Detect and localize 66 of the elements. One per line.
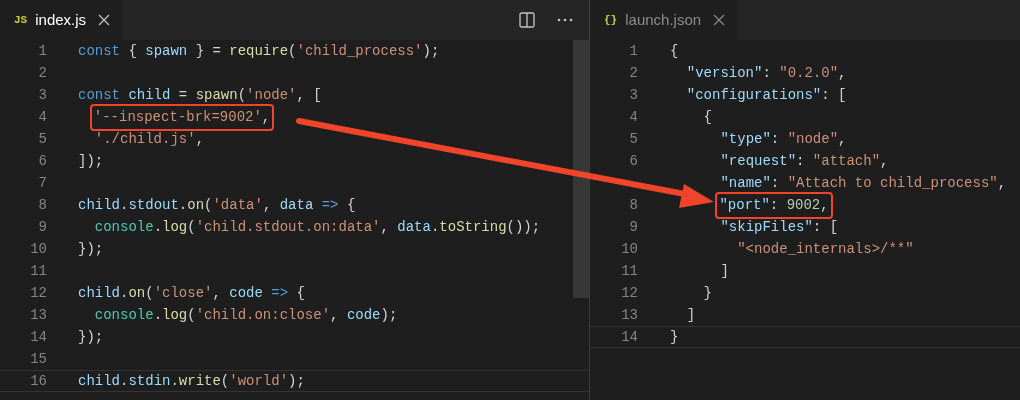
line-number: 5 [628, 129, 638, 149]
line-number: 3 [628, 85, 638, 105]
code-line: child.on('close', code => { [78, 283, 305, 303]
line-number: 3 [37, 85, 47, 105]
line-number: 4 [37, 107, 47, 127]
code-line: ] [720, 261, 729, 281]
line-number: 10 [29, 239, 47, 259]
line-number: 16 [29, 371, 47, 391]
line-number: 2 [628, 63, 638, 83]
code-line: './child.js', [94, 129, 205, 149]
close-icon[interactable] [98, 14, 111, 26]
code-line: "port": 9002, [719, 196, 829, 213]
code-line: "skipFiles": [ [720, 217, 839, 237]
code-line: "request": "attach", [720, 151, 889, 171]
line-number: 8 [628, 195, 638, 215]
tab-label: launch.json [625, 9, 702, 30]
line-number: 4 [628, 107, 638, 127]
code-line: child.stdin.write('world'); [78, 371, 305, 391]
code-line: console.log('child.stdout.on:data', data.toString()); [94, 217, 541, 237]
close-icon[interactable] [713, 14, 726, 26]
editor-tab[interactable]: JS index.js [0, 0, 123, 40]
code-line: { [670, 41, 679, 61]
code-line: const { spawn } = require('child_process'); [78, 41, 440, 61]
code-line: } [670, 327, 679, 347]
line-number: 2 [37, 63, 47, 83]
code-line: "<node_internals>/**" [737, 239, 914, 259]
code-line: "configurations": [ [686, 85, 847, 105]
code-line: '--inspect-brk=9002', [93, 108, 271, 125]
line-number: 1 [628, 41, 638, 61]
code-line: child.stdout.on('data', data => { [78, 195, 356, 215]
code-line: "type": "node", [720, 129, 847, 149]
code-line: }); [78, 327, 104, 347]
line-number: 7 [37, 173, 47, 193]
line-number: 11 [29, 261, 47, 281]
line-number: 14 [29, 327, 47, 347]
code-line: } [703, 283, 712, 303]
line-number: 5 [37, 129, 47, 149]
code-line: console.log('child.on:close', code); [94, 305, 398, 325]
tab-label: index.js [35, 9, 87, 30]
editor-tab[interactable]: {} launch.json [590, 0, 738, 40]
code-line: ] [686, 305, 696, 325]
line-number: 12 [29, 283, 47, 303]
code-line: }); [78, 239, 104, 259]
code-line: const child = spawn('node', [ [78, 85, 322, 105]
code-line: "name": "Attach to child_process", [720, 173, 1007, 193]
more-icon[interactable] [557, 18, 573, 22]
line-number: 10 [620, 239, 638, 259]
line-number: 12 [620, 283, 638, 303]
line-number: 13 [620, 305, 638, 325]
file-type-icon: JS [14, 11, 28, 29]
line-number: 9 [37, 217, 47, 237]
line-number: 13 [29, 305, 47, 325]
line-number: 14 [620, 327, 638, 347]
line-number: 15 [29, 349, 47, 369]
line-number: 9 [628, 217, 638, 237]
line-number: 1 [37, 41, 47, 61]
code-line: { [703, 107, 712, 127]
scrollbar[interactable] [573, 40, 589, 298]
line-number: 6 [628, 151, 638, 171]
line-number: 11 [620, 261, 638, 281]
code-line: ]); [78, 151, 104, 171]
line-number: 6 [37, 151, 47, 171]
split-editor-icon[interactable] [519, 12, 535, 28]
code-line: "version": "0.2.0", [686, 63, 847, 83]
file-type-icon: {} [604, 11, 618, 29]
line-number: 8 [37, 195, 47, 215]
